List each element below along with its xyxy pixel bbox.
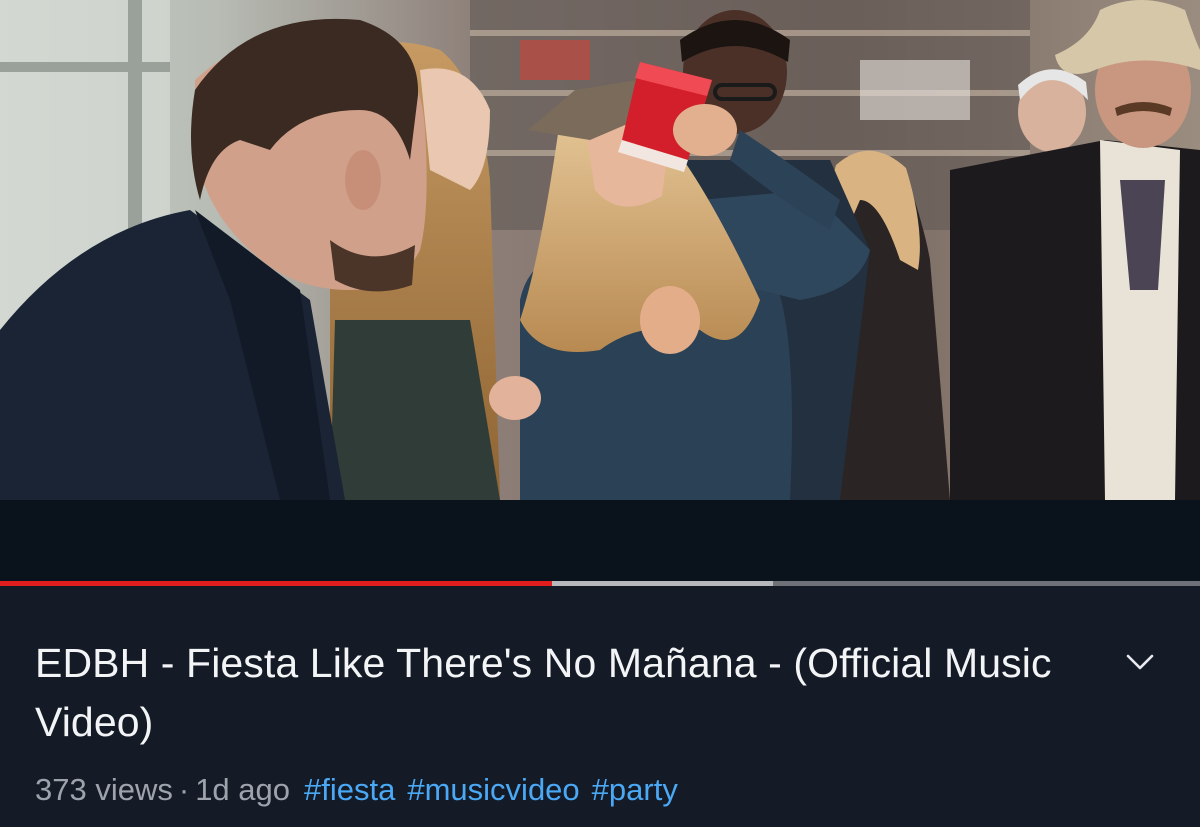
- video-watch-page: EDBH - Fiesta Like There's No Mañana - (…: [0, 0, 1200, 827]
- video-letterbox: [0, 500, 1200, 583]
- video-player[interactable]: [0, 0, 1200, 500]
- video-title[interactable]: EDBH - Fiesta Like There's No Mañana - (…: [35, 634, 1095, 752]
- meta-separator: ·: [178, 772, 190, 807]
- expand-description-button[interactable]: [1116, 642, 1164, 682]
- chevron-down-icon: [1126, 654, 1154, 670]
- upload-age: 1d ago: [195, 772, 291, 807]
- hashtag-link[interactable]: #party: [592, 772, 678, 807]
- video-info-panel: EDBH - Fiesta Like There's No Mañana - (…: [0, 586, 1200, 827]
- hashtag-link[interactable]: #fiesta: [304, 772, 395, 807]
- video-frame-image: [0, 0, 1200, 500]
- hashtag-link[interactable]: #musicvideo: [407, 772, 579, 807]
- view-count: 373 views: [35, 772, 173, 807]
- video-metadata: 373 views · 1d ago #fiesta #musicvideo #party: [35, 770, 678, 810]
